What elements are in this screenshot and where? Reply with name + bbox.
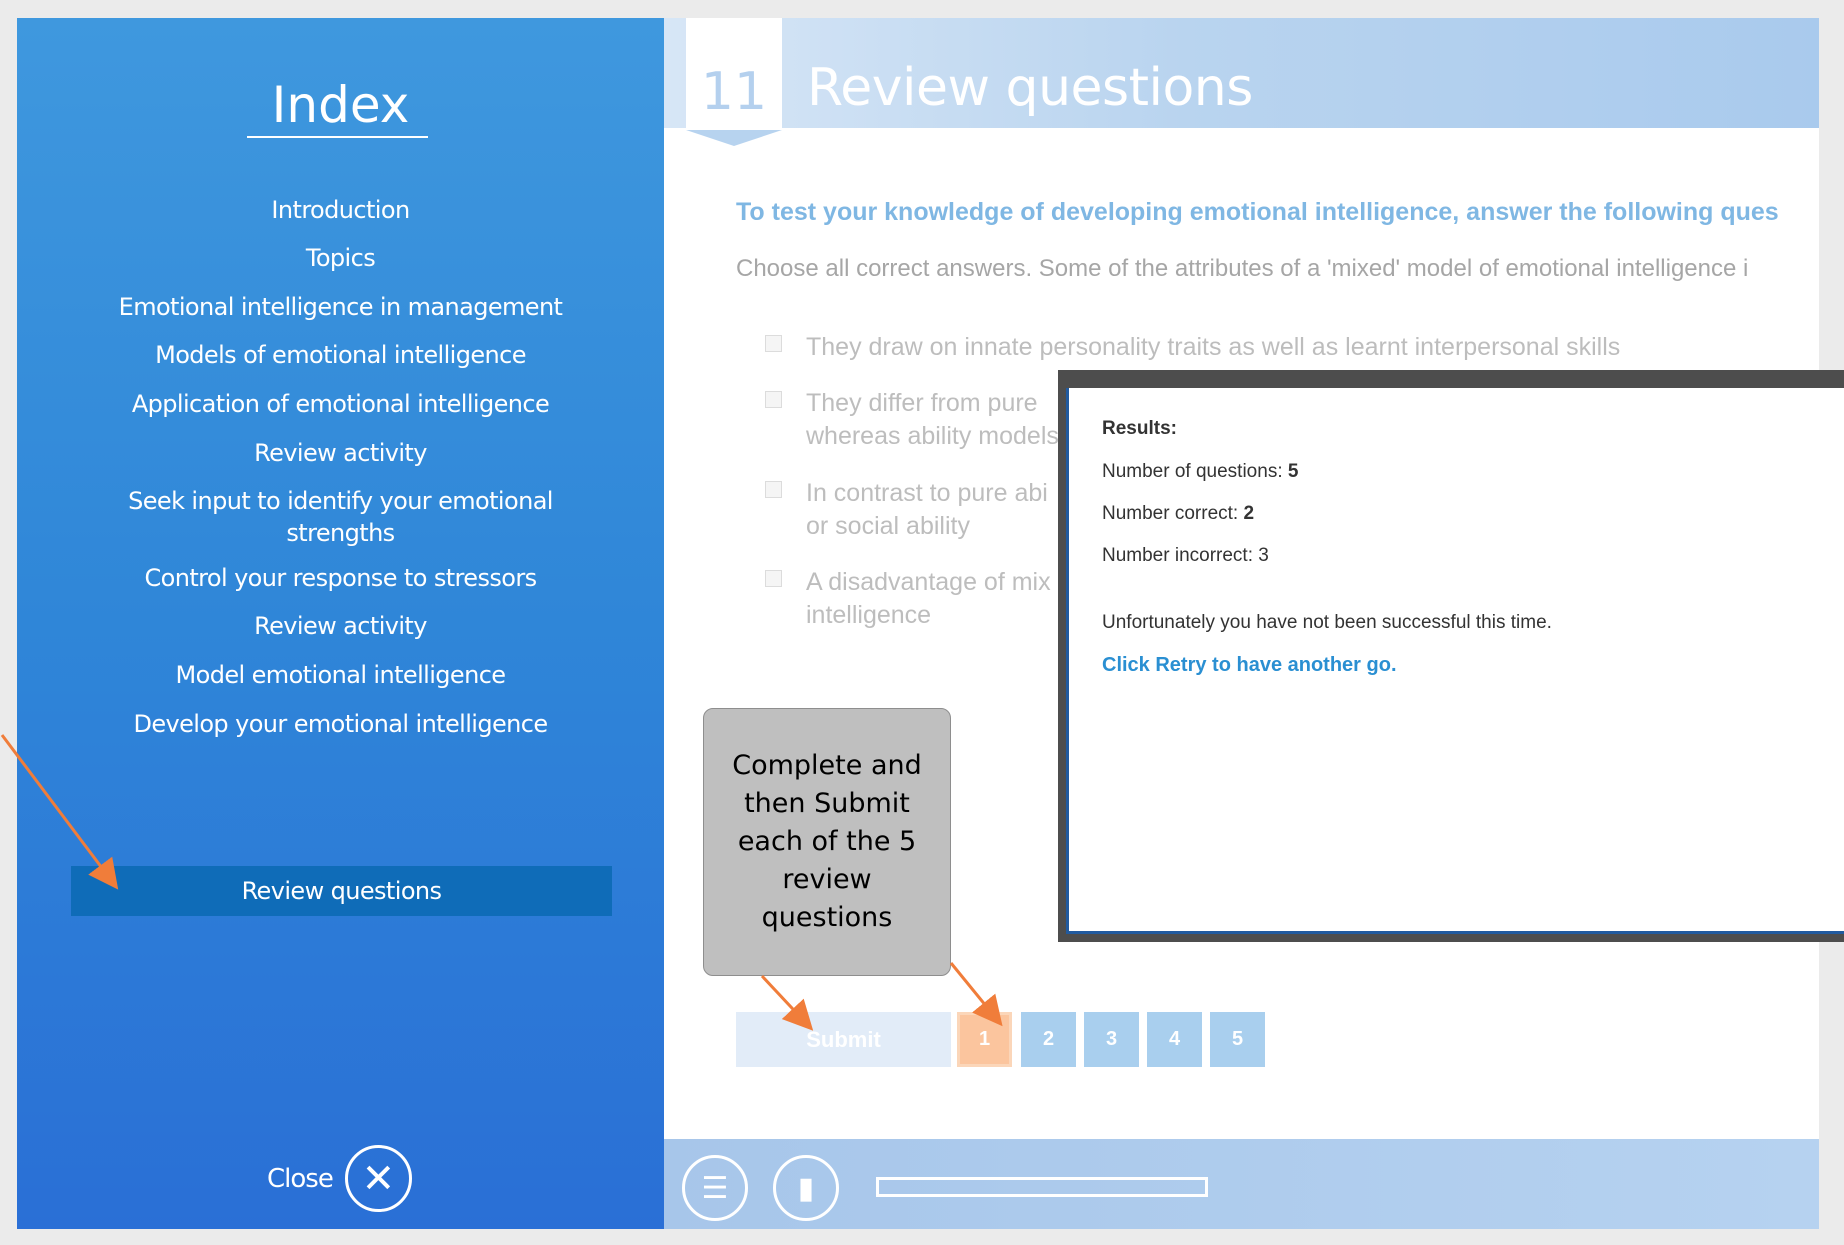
answer-checkbox[interactable] — [765, 481, 782, 498]
answer-option-text-line2: or social ability — [806, 512, 970, 540]
answer-checkbox[interactable] — [765, 570, 782, 587]
results-heading: Results: — [1102, 418, 1177, 439]
sidebar-item-model-emotional-intelligence[interactable]: Model emotional intelligence — [17, 659, 664, 691]
question-page-5[interactable]: 5 — [1210, 1012, 1265, 1067]
incorrect-count-value: 3 — [1258, 545, 1269, 566]
menu-icon[interactable]: ☰ — [682, 1155, 748, 1221]
answer-checkbox[interactable] — [765, 391, 782, 408]
questions-count-value: 5 — [1287, 461, 1299, 482]
correct-count-value: 2 — [1243, 503, 1255, 524]
answer-option-text: A disadvantage of mix — [806, 568, 1051, 596]
sidebar-item-review-questions[interactable]: Review questions — [71, 866, 612, 916]
lesson-badge-tail — [686, 130, 782, 146]
close-button[interactable]: Close ✕ — [267, 1145, 412, 1212]
question-prompt: Choose all correct answers. Some of the … — [736, 255, 1749, 282]
question-page-1[interactable]: 1 — [957, 1012, 1012, 1067]
answer-option-text: They differ from pure — [806, 389, 1038, 417]
sidebar-item-topics[interactable]: Topics — [17, 242, 664, 274]
questions-count-label: Number of questions: — [1102, 461, 1288, 482]
index-title-underline — [247, 136, 428, 138]
correct-count-label: Number correct: — [1102, 503, 1244, 524]
close-label: Close — [267, 1163, 334, 1194]
sidebar-item-emotional-intelligence-in-management[interactable]: Emotional intelligence in management — [17, 291, 664, 323]
question-page-2[interactable]: 2 — [1021, 1012, 1076, 1067]
answer-option-text: In contrast to pure abi — [806, 479, 1048, 507]
close-icon: ✕ — [344, 1145, 412, 1212]
sidebar-item-develop-your-emotional-intelligence[interactable]: Develop your emotional intelligence — [17, 708, 664, 740]
answer-checkbox[interactable] — [765, 335, 782, 352]
sidebar-item-control-your-response[interactable]: Control your response to stressors — [17, 562, 664, 594]
answer-option[interactable]: They draw on innate personality traits a… — [765, 331, 1805, 364]
app-window: Index Introduction Topics Emotional inte… — [0, 0, 1844, 1245]
sidebar-item-models-of-emotional-intelligence[interactable]: Models of emotional intelligence — [17, 339, 664, 371]
answer-option-text-line2: intelligence — [806, 601, 932, 629]
sidebar-item-application-of-emotional-intelligence[interactable]: Application of emotional intelligence — [17, 388, 664, 420]
incorrect-count-label: Number incorrect: — [1102, 545, 1259, 566]
instruction-callout: Complete and then Submit each of the 5 r… — [703, 708, 951, 976]
answer-option-text-wrap: In contrast to pure abi or social abilit… — [806, 477, 1048, 543]
answer-option-text: They draw on innate personality traits a… — [806, 333, 1621, 361]
progress-bar — [876, 1177, 1208, 1197]
answer-option-text-wrap: They differ from pure whereas ability mo… — [806, 387, 1059, 453]
footer-bar: ☰ ▮ — [664, 1139, 1819, 1229]
sidebar-item-review-activity-1[interactable]: Review activity — [17, 437, 664, 469]
sidebar-item-seek-input[interactable]: Seek input to identify your emotional st… — [17, 485, 664, 549]
questions-count: Number of questions: 5 — [1102, 461, 1298, 483]
incorrect-count: Number incorrect: 3 — [1102, 545, 1269, 567]
index-sidebar: Index Introduction Topics Emotional inte… — [17, 18, 664, 1229]
results-dialog: Results: Number of questions: 5 Number c… — [1058, 370, 1844, 942]
lesson-number: 11 — [700, 62, 768, 122]
question-page-3[interactable]: 3 — [1084, 1012, 1139, 1067]
document-icon[interactable]: ▮ — [773, 1155, 839, 1221]
sidebar-item-introduction[interactable]: Introduction — [17, 194, 664, 226]
fail-message: Unfortunately you have not been successf… — [1102, 612, 1552, 633]
correct-count: Number correct: 2 — [1102, 503, 1254, 525]
results-panel: Results: Number of questions: 5 Number c… — [1066, 388, 1844, 934]
retry-message[interactable]: Click Retry to have another go. — [1102, 654, 1397, 677]
submit-button[interactable]: Submit — [736, 1012, 951, 1067]
question-page-4[interactable]: 4 — [1147, 1012, 1202, 1067]
answer-option-text-line2: whereas ability models — [806, 422, 1059, 450]
page-title: Review questions — [807, 58, 1253, 118]
answer-option-text-wrap: A disadvantage of mix intelligence — [806, 566, 1051, 632]
index-title: Index — [271, 76, 410, 134]
question-instructions: To test your knowledge of developing emo… — [736, 198, 1779, 226]
sidebar-item-review-activity-2[interactable]: Review activity — [17, 610, 664, 642]
